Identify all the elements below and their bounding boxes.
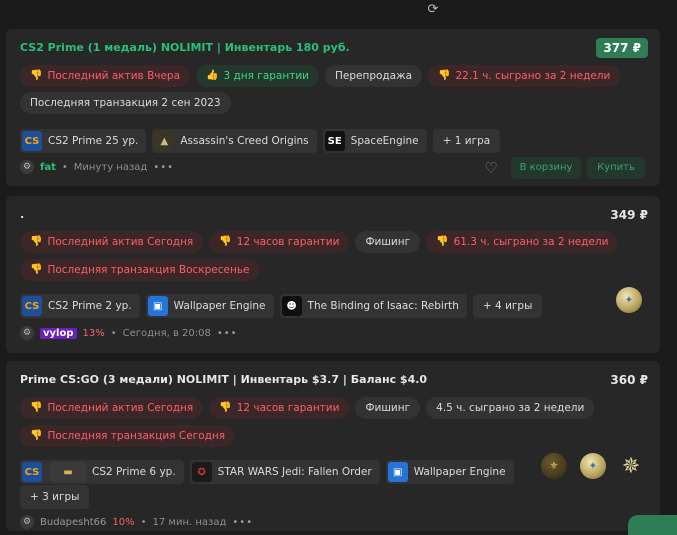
steam-icon: ⚙	[20, 515, 34, 529]
guarantee-tag: 👍 3 дня гарантии	[196, 65, 319, 87]
buy-button[interactable]: Купить	[587, 157, 645, 179]
favorite-heart-icon[interactable]: ♡	[482, 159, 500, 177]
wallpaper-engine-icon: ▣	[387, 462, 408, 482]
more-options-icon[interactable]: •••	[217, 328, 238, 339]
medal-icon: ✦	[616, 287, 642, 313]
last-transaction-tag: Последняя транзакция 2 сен 2023	[20, 92, 231, 114]
cs2-icon: CS	[22, 131, 42, 151]
seller-rating: 13%	[82, 327, 105, 339]
seller-name[interactable]: vylop	[40, 327, 77, 339]
game-item[interactable]: CS CS2 Prime 2 ур.	[20, 294, 140, 318]
price: 349 ₽	[610, 208, 648, 222]
last-active-tag: 👎 Последний актив Сегодня	[20, 231, 204, 253]
game-item[interactable]: ✪ STAR WARS Jedi: Fallen Order	[189, 460, 380, 484]
origin-tag: Фишинг	[355, 397, 421, 419]
thumbs-up-icon: 👍	[206, 70, 219, 81]
wallpaper-engine-icon: ▣	[147, 296, 168, 316]
listing-card[interactable]: Prime CS:GO (3 медали) NOLIMIT | Инвента…	[6, 361, 660, 531]
game-item[interactable]: SE SpaceEngine	[322, 129, 427, 153]
refresh-icon[interactable]: ⟳	[418, 2, 448, 17]
listing-card[interactable]: . 349 ₽ 👎 Последний актив Сегодня 👎 12 час…	[6, 196, 660, 353]
more-options-icon[interactable]: •••	[153, 162, 174, 173]
medal-icon: ✵	[621, 453, 641, 479]
game-item[interactable]: ☻ The Binding of Isaac: Rebirth	[279, 294, 467, 318]
origin-tag: Фишинг	[355, 231, 421, 253]
star-wars-icon: ✪	[191, 462, 212, 482]
thumbs-down-icon: 👎	[30, 70, 43, 81]
seller-info: ⚙ vylop 13% • Сегодня, в 20:08 •••	[20, 326, 238, 340]
more-games-button[interactable]: + 1 игра	[432, 129, 501, 153]
listing-time: Минуту назад	[73, 161, 148, 173]
thumbs-down-icon: 👎	[30, 402, 43, 413]
listing-title[interactable]: Prime CS:GO (3 медали) NOLIMIT | Инвента…	[20, 373, 427, 386]
steam-icon: ⚙	[20, 326, 34, 340]
last-active-tag: 👎 Последний актив Вчера	[20, 65, 191, 87]
cs2-icon: CS	[22, 296, 42, 316]
thumbs-down-icon: 👎	[219, 402, 232, 413]
price: 360 ₽	[610, 373, 648, 387]
add-to-cart-button[interactable]: В корзину	[511, 157, 581, 179]
game-item[interactable]: ▣ Wallpaper Engine	[145, 294, 274, 318]
seller-info: ⚙ fat • Минуту назад •••	[20, 160, 174, 174]
last-active-tag: 👎 Последний актив Сегодня	[20, 397, 204, 419]
assassins-creed-icon: ▲	[154, 131, 175, 151]
price-badge: 377 ₽	[596, 38, 648, 58]
listing-title[interactable]: CS2 Prime (1 медаль) NOLIMIT | Инвентарь…	[20, 41, 350, 54]
game-item[interactable]: ▣ Wallpaper Engine	[385, 460, 514, 484]
binding-of-isaac-icon: ☻	[281, 296, 302, 316]
thumbs-down-icon: 👎	[438, 70, 451, 81]
thumbs-down-icon: 👎	[30, 430, 43, 441]
medal-icon: ✦	[580, 453, 606, 479]
weapon-skin-icon: ▬	[50, 462, 86, 482]
cs2-icon: CS	[22, 462, 42, 482]
thumbs-down-icon: 👎	[436, 236, 449, 247]
top-bar: ⟳	[0, 0, 677, 28]
thumbs-down-icon: 👎	[219, 236, 232, 247]
playtime-tag: 4.5 ч. сыграно за 2 недели	[426, 397, 595, 419]
game-item[interactable]: CS ▬ CS2 Prime 6 ур.	[20, 460, 184, 484]
seller-info: ⚙ Budapesht66 10% • 17 мин. назад •••	[20, 515, 253, 529]
last-transaction-tag: 👎 Последняя транзакция Воскресенье	[20, 259, 260, 281]
floating-action-button[interactable]	[628, 515, 677, 535]
more-games-button[interactable]: + 3 игры	[20, 485, 90, 509]
more-games-button[interactable]: + 4 игры	[472, 294, 543, 318]
game-item[interactable]: CS CS2 Prime 25 ур.	[20, 129, 147, 153]
seller-name[interactable]: fat	[40, 162, 56, 173]
playtime-tag: 👎 22.1 ч. сыграно за 2 недели	[428, 65, 621, 87]
spaceengine-icon: SE	[324, 131, 345, 151]
listing-card[interactable]: CS2 Prime (1 медаль) NOLIMIT | Инвентарь…	[6, 29, 660, 186]
thumbs-down-icon: 👎	[30, 236, 43, 247]
last-transaction-tag: 👎 Последняя транзакция Сегодня	[20, 425, 236, 447]
thumbs-down-icon: 👎	[30, 264, 43, 275]
playtime-tag: 👎 61.3 ч. сыграно за 2 недели	[426, 231, 619, 253]
listing-title[interactable]: .	[20, 208, 24, 221]
guarantee-tag: 👎 12 часов гарантии	[209, 231, 350, 253]
game-item[interactable]: ▲ Assassin's Creed Origins	[152, 129, 317, 153]
guarantee-tag: 👎 12 часов гарантии	[209, 397, 350, 419]
steam-icon: ⚙	[20, 160, 34, 174]
medal-icon: ⚜	[541, 453, 567, 479]
origin-tag: Перепродажа	[324, 65, 423, 87]
listing-time: Сегодня, в 20:08	[122, 327, 211, 339]
